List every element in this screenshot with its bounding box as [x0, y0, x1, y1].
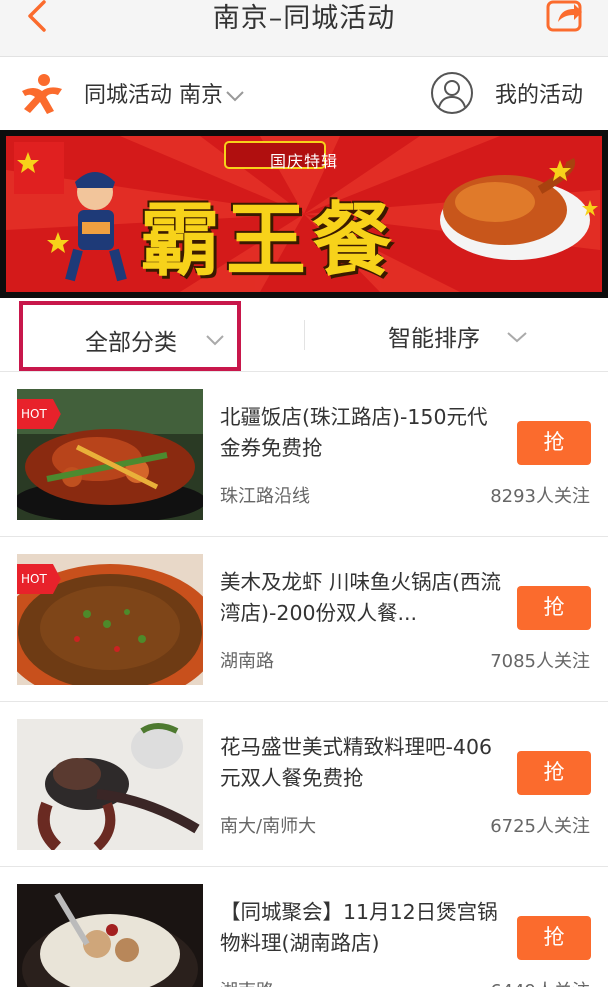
grab-button[interactable]: 抢 [517, 751, 591, 795]
item-location: 南大/南师大 [220, 816, 317, 837]
my-activities-link[interactable]: 我的活动 [495, 77, 583, 109]
divider [304, 320, 305, 350]
category-filter[interactable]: 全部分类 [19, 301, 241, 371]
share-icon[interactable] [544, 0, 586, 36]
user-avatar-icon[interactable] [430, 71, 474, 115]
item-followers: 6725人关注 [490, 816, 590, 837]
banner-headline: 霸王餐 [140, 193, 398, 287]
chevron-down-icon [226, 91, 244, 102]
category-filter-label: 全部分类 [85, 330, 177, 356]
city-selector-label: 同城活动 南京 [84, 83, 223, 108]
banner-subtitle: 国庆特辑 [269, 152, 338, 171]
filter-bar: 全部分类 智能排序 [0, 298, 608, 372]
sub-header: 同城活动 南京 我的活动 [0, 57, 608, 130]
chevron-down-icon [206, 335, 224, 346]
item-location: 珠江路沿线 [220, 486, 310, 507]
sort-filter[interactable]: 智能排序 [388, 319, 480, 353]
food-image-icon [17, 884, 203, 987]
item-thumbnail: HOT [17, 389, 203, 520]
list-item[interactable]: 【同城聚会】11月12日煲宫锅物料理(湖南路店) 湖南路 6449人关注 抢 [0, 867, 608, 987]
list-item[interactable]: 花马盛世美式精致料理吧-406元双人餐免费抢 南大/南师大 6725人关注 抢 [0, 702, 608, 867]
item-followers: 6449人关注 [490, 977, 590, 987]
city-selector[interactable]: 同城活动 南京 [84, 77, 245, 109]
promo-banner[interactable]: 国庆特辑 霸王餐 [0, 130, 608, 298]
activity-list: HOT 北疆饭店(珠江路店)-150元代金券免费抢 珠江路沿线 8293人关注 … [0, 372, 608, 987]
grab-button[interactable]: 抢 [517, 916, 591, 960]
item-thumbnail: HOT [17, 554, 203, 685]
item-followers: 8293人关注 [490, 486, 590, 507]
item-thumbnail [17, 719, 203, 850]
hot-badge: HOT [17, 564, 61, 594]
tongcheng-logo-icon [22, 74, 62, 114]
page-title: 南京–同城活动 [212, 3, 396, 34]
chevron-down-icon[interactable] [506, 330, 528, 344]
list-item[interactable]: HOT 美木及龙虾 川味鱼火锅店(西流湾店)-200份双人餐... 湖南路 70… [0, 537, 608, 702]
item-location: 湖南路 [220, 977, 274, 987]
grab-button[interactable]: 抢 [517, 586, 591, 630]
item-title: 美木及龙虾 川味鱼火锅店(西流湾店)-200份双人餐... [220, 570, 502, 625]
item-title: 【同城聚会】11月12日煲宫锅物料理(湖南路店) [220, 900, 498, 955]
grab-button[interactable]: 抢 [517, 421, 591, 465]
hot-badge: HOT [17, 399, 61, 429]
top-bar: 南京–同城活动 [0, 0, 608, 57]
item-title: 北疆饭店(珠江路店)-150元代金券免费抢 [220, 405, 488, 460]
item-location: 湖南路 [220, 651, 274, 672]
item-title: 花马盛世美式精致料理吧-406元双人餐免费抢 [220, 735, 493, 790]
item-followers: 7085人关注 [490, 651, 590, 672]
item-thumbnail [17, 884, 203, 987]
list-item[interactable]: HOT 北疆饭店(珠江路店)-150元代金券免费抢 珠江路沿线 8293人关注 … [0, 372, 608, 537]
food-image-icon [17, 719, 203, 850]
